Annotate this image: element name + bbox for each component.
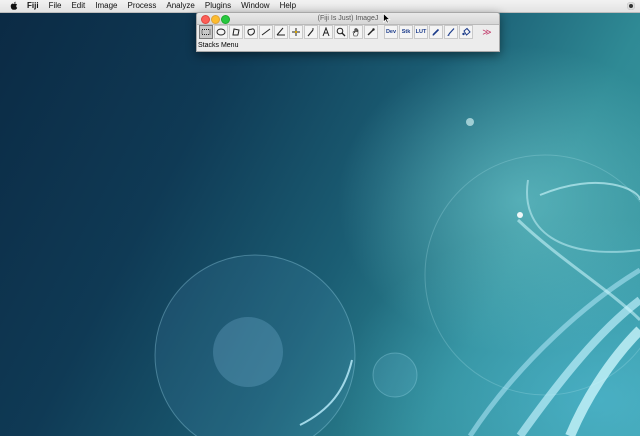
pencil-tool[interactable] <box>429 25 443 39</box>
wallpaper-art <box>154 118 640 436</box>
menu-analyze[interactable]: Analyze <box>166 0 194 12</box>
straight-line-icon <box>261 28 271 36</box>
menu-extra-status-icon[interactable] <box>627 2 635 10</box>
more-tools-button[interactable]: ≫ <box>480 25 494 39</box>
text-icon <box>322 27 330 37</box>
status-bar-text: Stacks Menu <box>198 42 239 49</box>
lut-icon: LUT <box>415 29 427 35</box>
stk-icon: Stk <box>401 29 411 35</box>
flood-fill-icon <box>462 27 471 36</box>
menu-process[interactable]: Process <box>127 0 156 12</box>
polygon-icon <box>232 28 240 36</box>
wand-icon <box>307 28 314 37</box>
window-title: (Fiji Is Just) ImageJ <box>317 15 379 22</box>
mouse-pointer-icon <box>383 13 391 24</box>
wand-tool[interactable] <box>304 25 318 39</box>
hand-icon <box>352 28 359 37</box>
freehand-icon <box>247 28 255 36</box>
magnifier-tool[interactable] <box>334 25 348 39</box>
angle-tool[interactable] <box>274 25 288 39</box>
flood-fill-tool[interactable] <box>459 25 473 39</box>
angle-icon <box>276 27 285 36</box>
oval-icon <box>216 28 226 36</box>
menu-image[interactable]: Image <box>95 0 117 12</box>
menu-plugins[interactable]: Plugins <box>205 0 231 12</box>
brush-icon <box>447 28 455 36</box>
rectangle-tool[interactable] <box>199 25 213 39</box>
polygon-tool[interactable] <box>229 25 243 39</box>
stk-tool[interactable]: Stk <box>399 25 413 39</box>
color-picker-tool[interactable] <box>364 25 378 39</box>
hand-tool[interactable] <box>349 25 363 39</box>
color-picker-icon <box>367 28 375 36</box>
window-titlebar[interactable]: (Fiji Is Just) ImageJ <box>197 13 499 25</box>
oval-tool[interactable] <box>214 25 228 39</box>
desktop-wallpaper <box>0 0 640 436</box>
pencil-icon <box>432 28 440 36</box>
lut-tool[interactable]: LUT <box>414 25 428 39</box>
magnifier-icon <box>336 27 346 37</box>
rectangle-icon <box>201 29 211 35</box>
menu-window[interactable]: Window <box>241 0 269 12</box>
more-tools-icon: ≫ <box>482 26 492 37</box>
menu-edit[interactable]: Edit <box>71 0 85 12</box>
point-tool[interactable] <box>289 25 303 39</box>
menu-file[interactable]: File <box>49 0 62 12</box>
menu-help[interactable]: Help <box>280 0 296 12</box>
menu-app-name[interactable]: Fiji <box>27 0 39 12</box>
straight-line-tool[interactable] <box>259 25 273 39</box>
freehand-tool[interactable] <box>244 25 258 39</box>
imagej-toolbar-window: (Fiji Is Just) ImageJ Dev Stk LUT ≫ Stac… <box>196 12 500 52</box>
dev-tool[interactable]: Dev <box>384 25 398 39</box>
text-tool[interactable] <box>319 25 333 39</box>
brush-tool[interactable] <box>444 25 458 39</box>
dev-icon: Dev <box>385 29 397 35</box>
apple-logo-icon[interactable] <box>9 1 19 11</box>
point-icon <box>292 28 300 36</box>
tool-palette: Dev Stk LUT ≫ <box>199 25 495 39</box>
